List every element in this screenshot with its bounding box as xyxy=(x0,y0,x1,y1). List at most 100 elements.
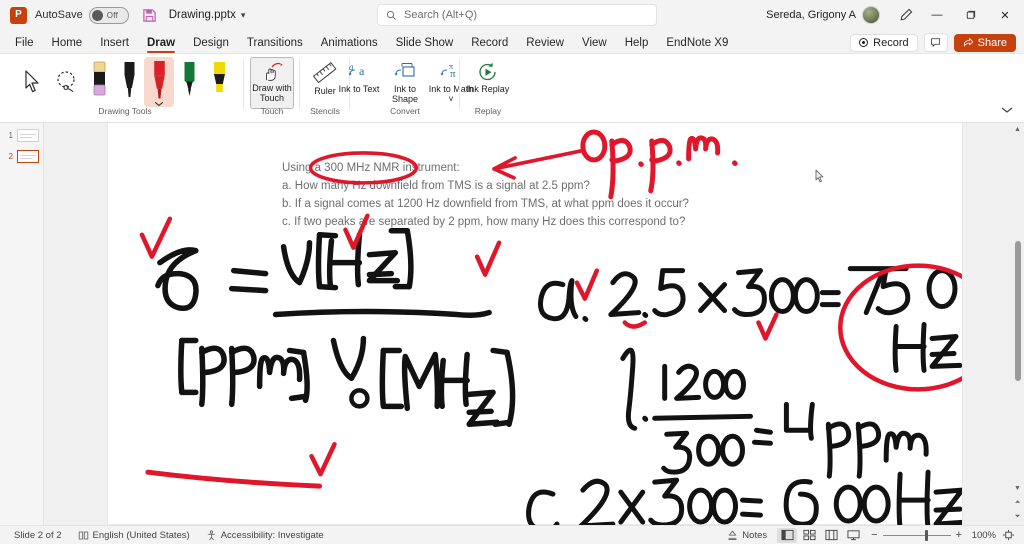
tab-design[interactable]: Design xyxy=(184,35,238,53)
lasso-select-tool[interactable] xyxy=(50,57,84,107)
tab-home[interactable]: Home xyxy=(43,35,92,53)
ink-z-c xyxy=(933,487,962,525)
accessibility-status[interactable]: Accessibility: Investigate xyxy=(198,530,332,541)
slide-count-label[interactable]: Slide 2 of 2 xyxy=(6,530,70,541)
status-right-cluster: Notes − + 100% xyxy=(719,527,1018,543)
pen-edit-icon[interactable] xyxy=(892,0,920,30)
tab-review[interactable]: Review xyxy=(517,35,573,53)
zoom-out-button[interactable]: − xyxy=(871,529,877,541)
scroll-up-arrow[interactable]: ▲ xyxy=(1014,123,1021,136)
filename-label[interactable]: Drawing.pptx xyxy=(169,9,236,21)
slide-text-block[interactable]: Using a 300 MHz NMR instrument: a. How m… xyxy=(282,159,742,231)
zoom-in-button[interactable]: + xyxy=(956,529,962,541)
reading-view-icon xyxy=(825,529,838,541)
ink-digit-0-a1 xyxy=(768,277,796,315)
yellow-highlighter[interactable] xyxy=(204,57,234,107)
ribbon-actions: Record Share xyxy=(850,33,1024,53)
ink-checkmark-4 xyxy=(474,240,502,277)
ink-digit-0-b2 xyxy=(723,368,746,400)
scrollbar-bottom-controls: ▼ ⏶ ⏷ xyxy=(1011,482,1024,525)
normal-view-button[interactable] xyxy=(777,527,798,543)
ink-fraction-bar xyxy=(272,308,492,318)
record-button-label: Record xyxy=(873,36,909,49)
autosave-state-label: Off xyxy=(106,10,119,20)
filename-dropdown-caret[interactable]: ▾ xyxy=(241,10,246,21)
ink-black-answers xyxy=(526,266,962,525)
red-pen[interactable] xyxy=(144,57,174,107)
tab-transitions[interactable]: Transitions xyxy=(238,35,312,53)
green-pencil[interactable] xyxy=(174,57,204,107)
account-name-label[interactable]: Sereda, Grigony A xyxy=(766,9,856,21)
slide-show-button[interactable] xyxy=(843,528,863,543)
zoom-slider[interactable]: − + xyxy=(871,529,962,541)
close-button[interactable]: ✕ xyxy=(988,0,1022,30)
eraser-tool[interactable] xyxy=(84,57,114,107)
ink-replay-icon xyxy=(479,62,496,81)
tab-draw[interactable]: Draw xyxy=(138,35,184,53)
ink-H-result-left xyxy=(892,324,899,373)
fit-to-window-icon xyxy=(1002,529,1014,541)
draw-with-touch-button[interactable]: Draw with Touch xyxy=(250,57,294,109)
language-indicator[interactable]: English (United States) xyxy=(70,530,198,541)
slide-canvas-area[interactable]: Using a 300 MHz NMR instrument: a. How m… xyxy=(44,123,1024,525)
zoom-level-label[interactable]: 100% xyxy=(970,530,996,541)
tab-endnote-x9[interactable]: EndNote X9 xyxy=(657,35,737,53)
ink-p2-stem-b xyxy=(855,421,863,479)
tab-slide-show[interactable]: Slide Show xyxy=(387,35,463,53)
ink-a-period xyxy=(582,316,589,323)
tab-insert[interactable]: Insert xyxy=(91,35,138,53)
ink-bracket-right-ppm-3 xyxy=(288,393,309,402)
select-tool[interactable] xyxy=(16,57,50,107)
slide-thumbnail[interactable] xyxy=(17,150,39,163)
slide-thumbnail[interactable] xyxy=(17,129,39,142)
slide-sorter-button[interactable] xyxy=(799,528,819,543)
search-input[interactable]: Search (Alt+Q) xyxy=(377,4,657,26)
fit-to-window-button[interactable] xyxy=(998,528,1018,543)
collapse-ribbon-button[interactable] xyxy=(998,102,1016,118)
restore-button[interactable] xyxy=(954,0,988,30)
ink-to-text-button[interactable]: a a Ink to Text xyxy=(336,57,382,109)
ink-times-sign-c xyxy=(618,489,646,525)
notes-button[interactable]: Notes xyxy=(719,530,775,541)
ink-replay-button[interactable]: Ink Replay xyxy=(465,57,511,109)
zoom-slider-handle[interactable] xyxy=(924,529,928,541)
tab-animations[interactable]: Animations xyxy=(312,35,387,53)
tab-record[interactable]: Record xyxy=(462,35,517,53)
slide-text-line-4: c. If two peaks are separated by 2 ppm, … xyxy=(282,216,686,228)
thumbnail-item-1[interactable]: 1 xyxy=(0,129,43,142)
scrollbar-thumb[interactable] xyxy=(1015,241,1021,381)
avatar[interactable] xyxy=(862,6,880,24)
next-slide-button[interactable]: ⏷ xyxy=(1015,510,1021,523)
comments-button[interactable] xyxy=(923,33,948,52)
share-button[interactable]: Share xyxy=(953,33,1016,52)
ink-to-shape-button[interactable]: Ink to Shape xyxy=(382,57,428,109)
previous-slide-button[interactable]: ⏶ xyxy=(1015,496,1021,509)
vertical-scrollbar[interactable]: ▲ ▼ ⏶ ⏷ xyxy=(1011,123,1024,525)
autosave-toggle[interactable]: Off xyxy=(88,6,129,24)
slide-sorter-icon xyxy=(803,529,816,541)
scroll-down-arrow[interactable]: ▼ xyxy=(1014,482,1021,495)
zoom-slider-track[interactable] xyxy=(882,529,951,541)
ink-bracket-right-ppm-1 xyxy=(300,349,310,404)
ink-to-math-caret[interactable]: ˅ xyxy=(448,94,453,104)
reading-view-button[interactable] xyxy=(821,528,841,543)
eraser-icon xyxy=(93,61,105,96)
ink-equals-b xyxy=(751,427,773,446)
record-button[interactable]: Record xyxy=(850,33,918,52)
minimize-button[interactable]: — xyxy=(920,0,954,30)
black-pen[interactable] xyxy=(114,57,144,107)
ribbon-draw-tab: Drawing Tools Draw with Touch Touch Rule… xyxy=(0,53,1024,122)
slide-thumbnail-pane[interactable]: 1 2 xyxy=(0,123,44,525)
pen-icon xyxy=(153,60,165,99)
powerpoint-window: P AutoSave Off Drawing.pptx ▾ Search (Al… xyxy=(0,0,1024,544)
thumbnail-item-2[interactable]: 2 xyxy=(0,150,43,163)
tab-file[interactable]: File xyxy=(6,35,43,53)
ink-z-result-stroke xyxy=(929,350,957,357)
ink-digit-7 xyxy=(847,266,887,316)
tab-help[interactable]: Help xyxy=(616,35,658,53)
save-icon[interactable] xyxy=(141,6,159,24)
ink-digit-0-c3 xyxy=(833,484,863,524)
ink-equals-a xyxy=(819,290,841,308)
tab-view[interactable]: View xyxy=(573,35,616,53)
slide-surface[interactable]: Using a 300 MHz NMR instrument: a. How m… xyxy=(107,123,963,525)
